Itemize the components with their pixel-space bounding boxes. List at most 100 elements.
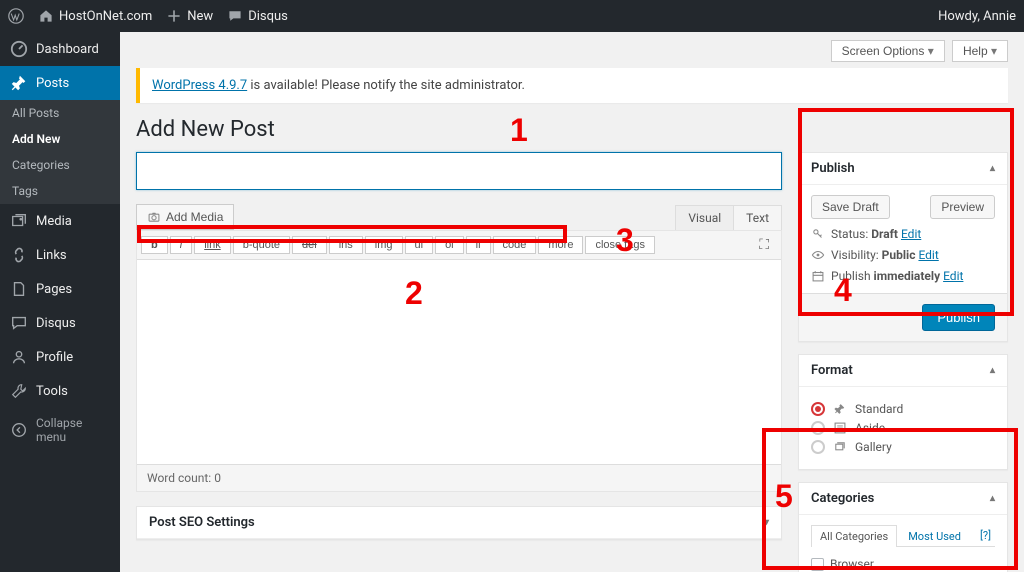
format-label: Standard [855, 402, 903, 416]
user-icon [10, 348, 28, 366]
qt-img[interactable]: img [365, 236, 403, 254]
sidebar-label: Links [36, 248, 67, 263]
category-label: Browser [830, 557, 874, 571]
calendar-icon [811, 269, 825, 283]
qt-li[interactable]: li [466, 236, 491, 254]
qt-bquote[interactable]: b-quote [233, 236, 290, 254]
notice-text: is available! Please notify the site adm… [247, 78, 525, 93]
post-title-input[interactable] [136, 152, 782, 190]
fullscreen-icon[interactable]: ⛶ [755, 235, 773, 255]
word-count-value: 0 [214, 471, 221, 485]
post-content-textarea[interactable] [137, 260, 781, 460]
format-header[interactable]: Format [799, 355, 1007, 387]
admin-bar: HostOnNet.com New Disqus Howdy, Annie [0, 0, 1024, 32]
sidebar-label: Media [36, 214, 72, 229]
format-option-gallery[interactable]: Gallery [811, 440, 995, 454]
plus-icon [166, 8, 182, 24]
comment-icon [10, 314, 28, 332]
wp-logo[interactable] [8, 8, 24, 24]
qt-close-tags[interactable]: close tags [585, 236, 655, 254]
save-draft-button[interactable]: Save Draft [811, 195, 890, 219]
quicktags-toolbar: b i link b-quote del ins img ul ol li co… [137, 231, 781, 260]
preview-button[interactable]: Preview [930, 195, 995, 219]
categories-header[interactable]: Categories [799, 483, 1007, 515]
qt-bold[interactable]: b [141, 236, 168, 254]
sidebar-label: Tools [36, 384, 68, 399]
sidebar-label: Profile [36, 350, 73, 365]
format-option-standard[interactable]: Standard [811, 402, 995, 416]
tab-visual[interactable]: Visual [675, 205, 734, 230]
sidebar-item-dashboard[interactable]: Dashboard [0, 32, 120, 66]
format-label: Aside [855, 421, 885, 435]
sidebar-item-disqus[interactable]: Disqus [0, 306, 120, 340]
qt-ul[interactable]: ul [405, 236, 434, 254]
page-title: Add New Post [136, 117, 1008, 142]
sidebar-sub-add-new[interactable]: Add New [0, 126, 120, 152]
word-count-bar: Word count: 0 [137, 464, 781, 491]
qt-code[interactable]: code [493, 236, 537, 254]
radio-icon [811, 440, 825, 454]
site-name-link[interactable]: HostOnNet.com [38, 8, 152, 24]
eye-icon [811, 248, 825, 262]
disqus-link[interactable]: Disqus [227, 8, 288, 24]
admin-sidebar: Dashboard Posts All Posts Add New Catego… [0, 32, 120, 572]
sidebar-item-pages[interactable]: Pages [0, 272, 120, 306]
update-link[interactable]: WordPress 4.9.7 [152, 78, 247, 93]
qt-ins[interactable]: ins [329, 236, 363, 254]
sidebar-sub-tags[interactable]: Tags [0, 178, 120, 204]
qt-more[interactable]: more [538, 236, 583, 254]
qt-link[interactable]: link [194, 236, 231, 254]
visibility-value: Public [882, 248, 916, 262]
user-greeting[interactable]: Howdy, Annie [938, 9, 1016, 24]
sidebar-submenu-posts: All Posts Add New Categories Tags [0, 100, 120, 204]
sidebar-item-collapse[interactable]: Collapse menu [0, 408, 120, 452]
categories-box: Categories All Categories Most Used [?] … [798, 482, 1008, 572]
category-item[interactable]: Browser [811, 555, 995, 572]
format-box: Format Standard Aside [798, 354, 1008, 470]
sidebar-label: Disqus [36, 316, 76, 331]
tab-most-used[interactable]: Most Used [899, 525, 970, 547]
sidebar-item-media[interactable]: Media [0, 204, 120, 238]
add-media-label: Add Media [166, 210, 223, 224]
qt-del[interactable]: del [292, 236, 327, 254]
seo-settings-header[interactable]: Post SEO Settings [137, 507, 781, 539]
site-name: HostOnNet.com [59, 9, 152, 24]
seo-settings-box: Post SEO Settings [136, 506, 782, 540]
home-icon [38, 8, 54, 24]
visibility-row: Visibility: Public Edit [811, 248, 995, 262]
sidebar-item-tools[interactable]: Tools [0, 374, 120, 408]
edit-visibility-link[interactable]: Edit [918, 248, 938, 262]
add-media-button[interactable]: Add Media [136, 204, 234, 230]
schedule-row: Publish immediately Edit [811, 269, 995, 283]
new-content-link[interactable]: New [166, 8, 213, 24]
qt-italic[interactable]: i [170, 236, 192, 254]
sidebar-sub-categories[interactable]: Categories [0, 152, 120, 178]
sidebar-item-links[interactable]: Links [0, 238, 120, 272]
edit-schedule-link[interactable]: Edit [943, 269, 963, 283]
sidebar-item-posts[interactable]: Posts [0, 66, 120, 100]
edit-status-link[interactable]: Edit [901, 227, 921, 241]
publish-header[interactable]: Publish [799, 153, 1007, 185]
sidebar-label: Collapse menu [36, 416, 110, 444]
radio-checked-icon [811, 402, 825, 416]
tab-text[interactable]: Text [734, 205, 782, 230]
categories-help[interactable]: [?] [976, 525, 995, 546]
sidebar-label: Posts [36, 76, 69, 91]
update-notice: WordPress 4.9.7 is available! Please not… [136, 68, 1008, 103]
checkbox-icon[interactable] [811, 558, 824, 571]
publish-button[interactable]: Publish [922, 304, 995, 331]
category-list[interactable]: Browser Business CentOS Cloud [811, 555, 995, 572]
sidebar-item-profile[interactable]: Profile [0, 340, 120, 374]
help-button[interactable]: Help [952, 40, 1008, 62]
comment-icon [227, 8, 243, 24]
format-option-aside[interactable]: Aside [811, 421, 995, 435]
word-count-label: Word count: [147, 471, 214, 485]
screen-options-button[interactable]: Screen Options [831, 40, 945, 62]
sidebar-sub-all-posts[interactable]: All Posts [0, 100, 120, 126]
status-row: Status: Draft Edit [811, 227, 995, 241]
tab-all-categories[interactable]: All Categories [811, 525, 897, 547]
schedule-value: immediately [874, 269, 941, 283]
disqus-label: Disqus [248, 9, 288, 24]
qt-ol[interactable]: ol [435, 236, 464, 254]
wrench-icon [10, 382, 28, 400]
